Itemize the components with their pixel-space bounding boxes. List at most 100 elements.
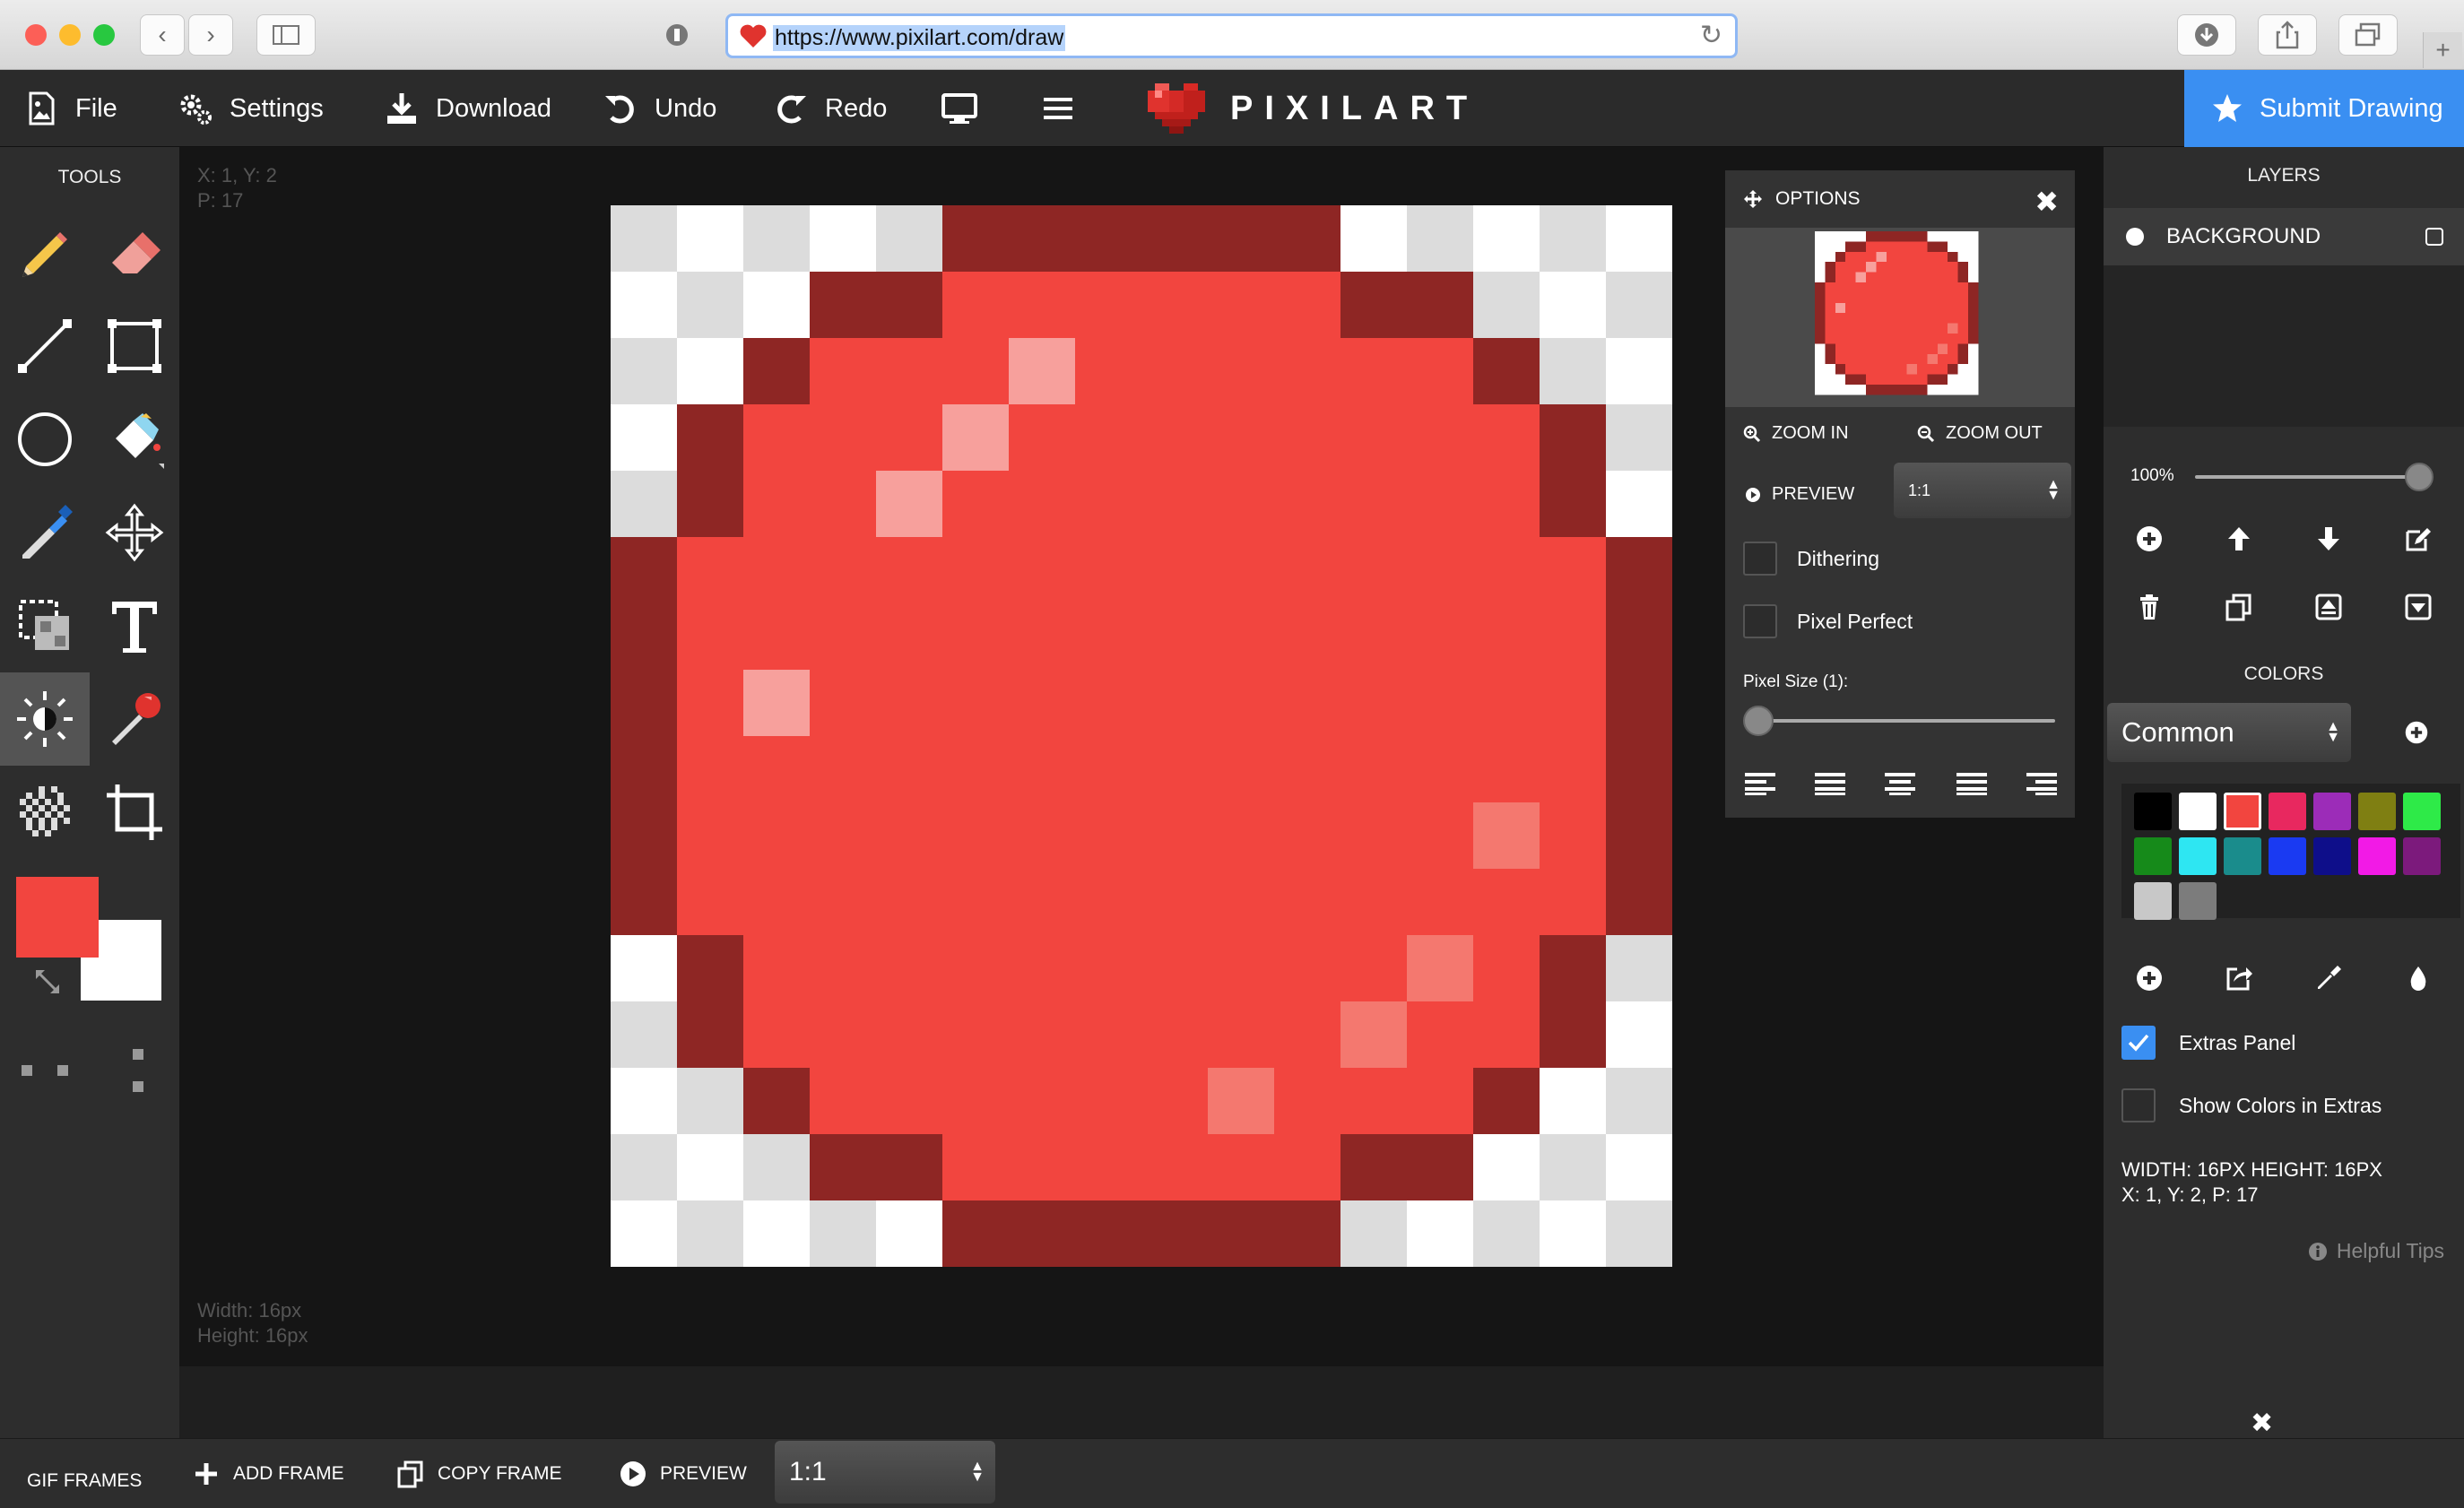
more-menu-button[interactable] [1040,70,1076,147]
palette-swatch[interactable] [2179,882,2217,920]
text-tool[interactable] [90,579,179,672]
pixel[interactable] [1606,869,1672,935]
eraser-tool[interactable] [90,206,179,299]
pixel[interactable] [1473,802,1540,869]
pixel[interactable] [1473,603,1540,670]
address-bar[interactable]: https://www.pixilart.com/draw ↻ [725,13,1738,58]
pixel[interactable] [1274,404,1340,471]
pixel[interactable] [1407,603,1473,670]
pixel[interactable] [1274,736,1340,802]
pixel[interactable] [876,670,942,736]
pixel[interactable] [677,802,743,869]
pixel[interactable] [1208,802,1274,869]
pixel[interactable] [1009,1200,1075,1267]
pixel[interactable] [677,869,743,935]
pixel[interactable] [1208,471,1274,537]
transparent-pixel[interactable] [1340,205,1407,272]
pixel[interactable] [677,935,743,1001]
submit-drawing-button[interactable]: Submit Drawing [2184,70,2464,147]
pixel[interactable] [1407,1001,1473,1068]
pixel[interactable] [1141,935,1208,1001]
pixel[interactable] [810,603,876,670]
transparent-pixel[interactable] [677,1200,743,1267]
pixel[interactable] [810,869,876,935]
zoom-in-button[interactable]: ZOOM IN [1743,423,1849,444]
pixel[interactable] [1141,670,1208,736]
pixel[interactable] [1208,1001,1274,1068]
maximize-window-button[interactable] [93,24,115,46]
pixel[interactable] [1141,1134,1208,1200]
pixel[interactable] [743,404,810,471]
line-tool[interactable] [0,299,90,393]
pixel[interactable] [1473,1068,1540,1134]
pixel[interactable] [1075,869,1141,935]
transparent-pixel[interactable] [611,338,677,404]
transparent-pixel[interactable] [1407,205,1473,272]
pixel[interactable] [876,736,942,802]
transparent-pixel[interactable] [876,1200,942,1267]
pixel[interactable] [1340,272,1407,338]
pixel[interactable] [1606,736,1672,802]
pixel[interactable] [1407,338,1473,404]
pixel[interactable] [876,1068,942,1134]
pixel[interactable] [677,471,743,537]
palette-swatch[interactable] [2403,793,2441,830]
transparent-pixel[interactable] [1606,404,1672,471]
pixel[interactable] [1141,537,1208,603]
transparent-pixel[interactable] [611,404,677,471]
palette-swatch[interactable] [2224,837,2261,875]
pixel[interactable] [677,670,743,736]
transparent-pixel[interactable] [677,338,743,404]
pixel[interactable] [743,537,810,603]
pixel[interactable] [1009,603,1075,670]
pixel[interactable] [1208,1200,1274,1267]
redo-button[interactable]: Redo [773,70,887,147]
lighten-tool[interactable] [0,672,90,766]
pixel-canvas[interactable] [611,205,1672,1267]
file-menu[interactable]: File [23,70,117,147]
transparent-pixel[interactable] [677,272,743,338]
pixel[interactable] [1274,205,1340,272]
pixel[interactable] [743,736,810,802]
pixel[interactable] [1075,537,1141,603]
pixel[interactable] [611,802,677,869]
pixel[interactable] [876,471,942,537]
pixel[interactable] [1075,272,1141,338]
transparent-pixel[interactable] [743,1200,810,1267]
pixel[interactable] [1009,537,1075,603]
transparent-pixel[interactable] [810,205,876,272]
selection-tool[interactable] [0,579,90,672]
dithering-option[interactable]: Dithering [1743,542,1879,576]
transparent-pixel[interactable] [743,205,810,272]
pixel[interactable] [611,869,677,935]
align-right-icon[interactable] [2026,773,2057,795]
pixel[interactable] [1407,802,1473,869]
pixel[interactable] [1407,1068,1473,1134]
pixel[interactable] [1540,670,1606,736]
pixel[interactable] [1407,736,1473,802]
pixel[interactable] [1075,471,1141,537]
pixel[interactable] [1274,1068,1340,1134]
layer-visible-dot-icon[interactable] [2125,227,2145,247]
show-colors-option[interactable]: Show Colors in Extras [2121,1088,2382,1122]
pixel[interactable] [1274,537,1340,603]
edit-layer-button[interactable] [2398,518,2439,559]
layer-row-background[interactable]: BACKGROUND [2104,208,2464,265]
pixel[interactable] [1208,670,1274,736]
pixel[interactable] [1009,802,1075,869]
merge-layer-up-button[interactable] [2308,586,2349,628]
close-extras-icon[interactable]: ✖ [2251,1408,2273,1439]
pixel[interactable] [1540,471,1606,537]
pixel[interactable] [743,338,810,404]
alignment-buttons[interactable] [1743,769,2059,796]
pixel[interactable] [677,404,743,471]
transparent-pixel[interactable] [1606,272,1672,338]
pixel[interactable] [1407,935,1473,1001]
pixel[interactable] [1274,338,1340,404]
transparent-pixel[interactable] [743,1134,810,1200]
export-palette-button[interactable] [2218,958,2260,999]
pixel[interactable] [876,935,942,1001]
minimize-window-button[interactable] [59,24,81,46]
pixel[interactable] [1009,1134,1075,1200]
pixel[interactable] [1540,404,1606,471]
